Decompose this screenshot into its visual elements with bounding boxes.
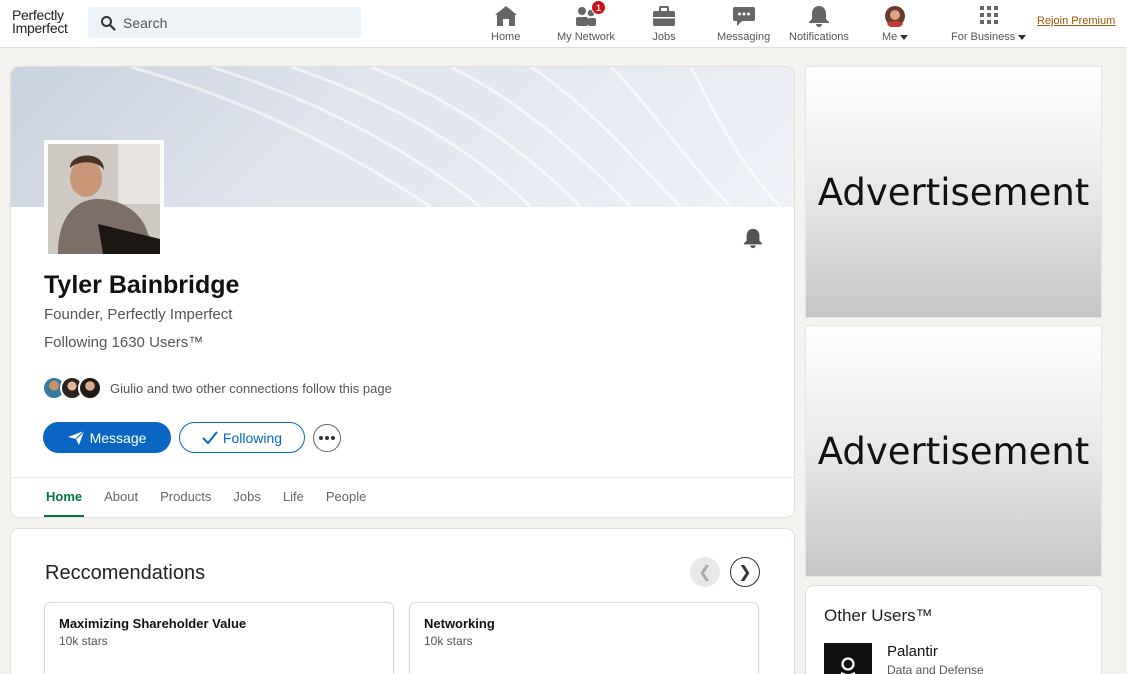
tab-jobs[interactable]: Jobs [233,477,260,517]
other-users-title: Other Users™ [824,606,933,625]
nav-messaging[interactable]: Messaging [717,5,770,45]
nav-my-network[interactable]: 1 My Network [557,0,616,45]
nav-me-label: Me [882,31,898,43]
recommendation-card[interactable]: Networking 10k stars [409,602,759,674]
connection-avatars [42,376,102,400]
more-icon [319,436,335,440]
message-button[interactable]: Message [43,422,171,453]
top-navigation-bar: Perfectly Imperfect Home 1 My Network Jo… [0,0,1127,48]
send-icon [67,430,84,445]
nav-jobs-label: Jobs [652,31,676,43]
profile-tagline: Founder, Perfectly Imperfect [44,306,233,323]
checkmark-icon [202,430,218,444]
palantir-icon [840,657,856,674]
search-input[interactable] [123,14,343,31]
recommendation-card[interactable]: Maximizing Shareholder Value 10k stars [44,602,394,674]
other-users-card: Other Users™ Palantir Data and Defense [806,586,1101,674]
search-bar[interactable] [88,7,361,38]
grid-icon [977,5,1001,27]
tab-life[interactable]: Life [283,477,304,517]
brand-logo[interactable]: Perfectly Imperfect [12,8,78,36]
nav-home-label: Home [491,31,521,43]
nav-home[interactable]: Home [491,5,520,45]
home-icon [494,5,518,27]
nav-for-business-label: For Business [951,31,1016,43]
recommendation-title: Maximizing Shareholder Value [59,616,247,631]
profile-card: Tyler Bainbridge Founder, Perfectly Impe… [11,67,794,517]
recommendations-title: Reccomendations [45,562,206,584]
mutual-connections[interactable]: Giulio and two other connections follow … [42,376,392,400]
profile-tabs: Home About Products Jobs Life People [43,477,388,517]
profile-photo[interactable] [44,140,164,258]
profile-name: Tyler Bainbridge [44,271,240,299]
recommendations-card: Reccomendations ❮ ❯ Maximizing Sharehold… [11,529,794,674]
tab-products[interactable]: Products [160,477,211,517]
avatar [78,376,102,400]
palantir-logo[interactable] [824,643,872,674]
nav-me-label-wrap: Me [882,31,909,43]
chevron-left-icon: ❮ [698,564,712,581]
chevron-right-icon: ❯ [738,564,752,581]
profile-avatar-image [48,144,160,254]
other-user-subtitle: Data and Defense [887,663,984,674]
connections-text: Giulio and two other connections follow … [110,380,392,396]
advertisement-label: Advertisement [817,170,1090,214]
chat-icon [732,5,756,27]
network-icon: 1 [574,0,607,27]
recommendation-stars: 10k stars [424,634,473,648]
search-icon [101,15,116,31]
carousel-prev-button[interactable]: ❮ [690,557,720,587]
profile-following-count: Following 1630 Users™ [44,334,204,351]
rejoin-premium-link[interactable]: Rejoin Premium [1037,15,1115,27]
notify-bell-button[interactable] [742,227,764,249]
nav-my-network-label: My Network [557,31,616,43]
other-user-name[interactable]: Palantir [887,643,938,660]
recommendation-stars: 10k stars [59,634,108,648]
recommendation-title: Networking [424,616,495,631]
bell-icon [743,228,763,249]
tab-about[interactable]: About [104,477,138,517]
nav-messaging-label: Messaging [717,31,771,43]
avatar [883,5,907,27]
carousel-next-button[interactable]: ❯ [730,557,760,587]
nav-for-business-label-wrap: For Business [951,31,1027,43]
nav-notifications[interactable]: Notifications [789,5,849,45]
tab-home[interactable]: Home [43,477,85,517]
following-button[interactable]: Following [179,422,305,453]
tab-people[interactable]: People [326,477,366,517]
chevron-down-icon [1018,34,1027,40]
briefcase-icon [652,5,676,27]
chevron-down-icon [900,34,909,40]
notification-badge: 1 [591,0,607,15]
bell-icon [807,5,831,27]
advertisement-label: Advertisement [817,429,1090,473]
nav-jobs[interactable]: Jobs [652,5,676,45]
advertisement-banner[interactable]: Advertisement [806,326,1101,576]
more-options-button[interactable] [313,424,341,452]
nav-me[interactable]: Me [882,5,909,45]
message-button-label: Message [89,429,147,446]
advertisement-banner[interactable]: Advertisement [806,67,1101,317]
following-button-label: Following [222,429,283,446]
logo-line-2: Imperfect [12,20,68,36]
nav-for-business[interactable]: For Business [951,5,1027,45]
nav-notifications-label: Notifications [789,31,849,43]
